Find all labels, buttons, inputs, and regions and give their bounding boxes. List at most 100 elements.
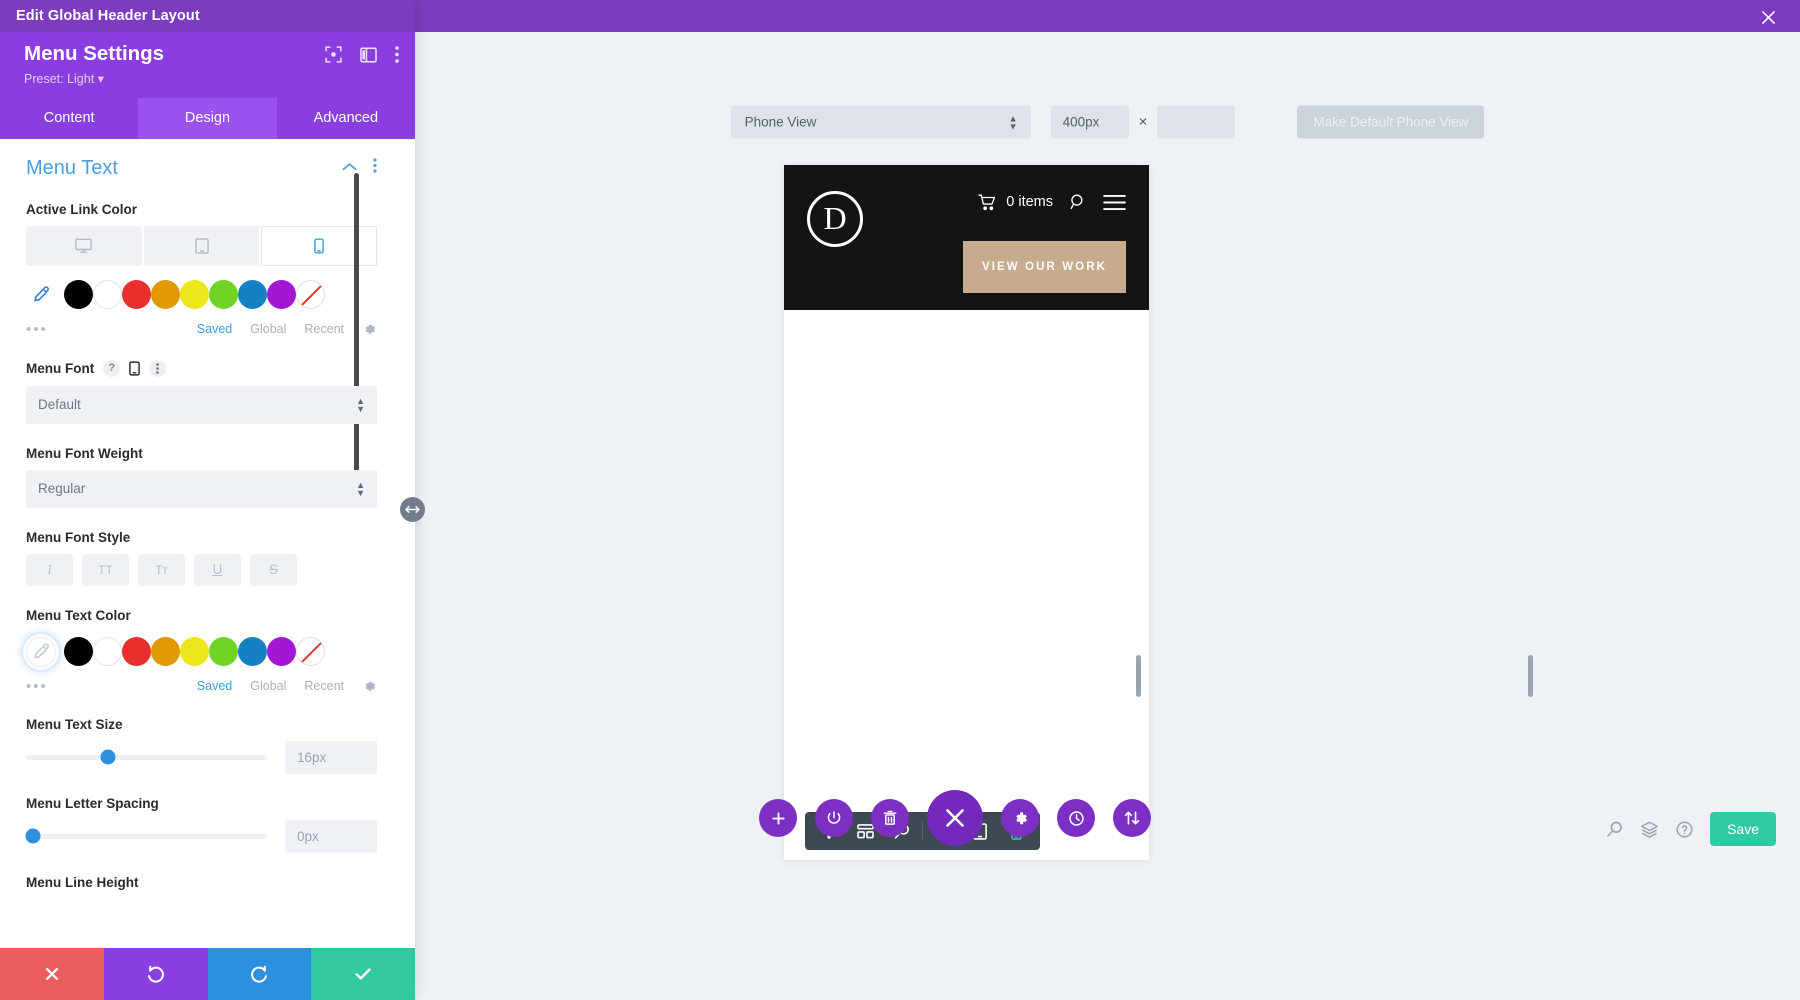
source-saved[interactable]: Saved [197,322,232,336]
ellipsis-icon[interactable]: ••• [26,678,48,695]
tab-content[interactable]: Content [0,97,139,139]
target-icon[interactable] [325,46,342,63]
view-our-work-button[interactable]: VIEW OUR WORK [963,241,1126,293]
question-icon[interactable]: ? [103,359,121,377]
strikethrough-icon: S [268,562,278,578]
swatch-transparent[interactable] [296,637,325,667]
save-button[interactable]: Save [1710,812,1776,846]
menu-font-weight-select[interactable]: Regular ▲ ▼ [26,469,377,508]
panel-cancel-button[interactable] [0,948,104,1000]
swatch-purple[interactable] [267,280,296,310]
ellipsis-icon[interactable]: ••• [26,321,48,338]
swatch-orange[interactable] [151,637,180,667]
menu-font-select[interactable]: Default ▲ ▼ [26,385,377,424]
viewport-height-input[interactable] [1157,105,1236,139]
source-global[interactable]: Global [250,679,286,693]
phone-icon[interactable] [129,360,141,376]
swatch-red[interactable] [122,280,151,310]
swatch-green[interactable] [209,637,238,667]
swatch-black[interactable] [64,280,93,310]
field-menu-font: Menu Font ? Default ▲ ▼ [26,359,377,424]
swatch-orange[interactable] [151,280,180,310]
panel-redo-button[interactable] [207,948,312,1000]
swatch-blue[interactable] [238,637,267,667]
field-menu-text-size: Menu Text Size 16px [26,717,377,774]
resize-handle-left[interactable] [1136,655,1141,697]
kebab-menu-icon[interactable] [149,359,167,377]
viewport-view-select[interactable]: Phone View ▲ ▼ [730,105,1031,139]
trash-button[interactable] [871,799,909,837]
swatch-yellow[interactable] [180,637,209,667]
style-button-strikethrough[interactable]: S [250,553,297,586]
source-saved[interactable]: Saved [197,679,232,693]
settings-button[interactable] [1001,799,1039,837]
menu-text-size-slider[interactable] [26,749,267,765]
source-global[interactable]: Global [250,322,286,336]
history-button[interactable] [1057,799,1095,837]
kebab-menu-icon[interactable] [395,46,399,63]
swatch-green[interactable] [209,280,238,310]
toggle-builder-button[interactable] [815,799,853,837]
panel-tabs: Content Design Advanced [0,97,415,139]
style-button-underline[interactable]: U [194,553,241,586]
swatch-red[interactable] [122,637,151,667]
slider-knob[interactable] [25,828,41,844]
gear-icon[interactable] [362,679,377,694]
swatch-black[interactable] [64,637,93,667]
label-text: Active Link Color [26,201,138,217]
tablet-icon [194,237,209,254]
panel-resize-handle[interactable] [400,497,425,522]
menu-letter-spacing-input[interactable]: 0px [285,819,377,853]
tab-design[interactable]: Design [138,97,277,139]
kebab-menu-icon[interactable] [373,158,377,178]
style-button-smallcaps[interactable]: Tᴛ [138,553,185,586]
hamburger-menu-icon[interactable] [1103,194,1126,211]
field-menu-letter-spacing: Menu Letter Spacing 0px [25,796,377,853]
panel-save-button[interactable] [311,948,415,1000]
search-icon[interactable] [1069,193,1087,211]
panel-scrollbar[interactable] [354,172,359,473]
add-section-button[interactable] [759,799,797,837]
preset-selector[interactable]: Preset: Light ▾ [24,71,399,86]
device-tab-tablet[interactable] [143,225,260,266]
cart-group[interactable]: 0 items [978,194,1053,211]
resize-handle-right[interactable] [1528,655,1533,697]
eyedropper-icon[interactable] [26,280,56,310]
layers-icon[interactable] [1640,820,1659,839]
source-recent[interactable]: Recent [304,679,344,693]
style-button-italic[interactable]: I [26,553,73,586]
menu-font-style-buttons: I TT Tᴛ U S [26,553,377,586]
close-window-button[interactable] [1759,8,1778,27]
menu-text-size-input[interactable]: 16px [285,740,377,774]
eyedropper-icon[interactable] [26,636,56,667]
tab-advanced[interactable]: Advanced [276,97,415,139]
search-icon[interactable] [1605,820,1624,839]
question-icon[interactable] [1675,820,1694,839]
swatch-transparent[interactable] [296,280,325,310]
chevron-updown-icon: ▲ ▼ [356,479,365,498]
tab-advanced-label: Advanced [313,109,379,126]
device-tab-phone[interactable] [261,225,378,266]
device-tab-desktop[interactable] [26,225,142,266]
viewport-width-input[interactable]: 400px [1050,105,1129,139]
swatch-white[interactable] [93,637,122,667]
swatch-white[interactable] [93,280,122,310]
panel-undo-button[interactable] [103,948,208,1000]
style-button-uppercase[interactable]: TT [82,553,129,586]
underline-icon: U [212,562,223,578]
uppercase-icon: TT [98,562,113,577]
swatch-yellow[interactable] [180,280,209,310]
label-text: Menu Font [26,360,95,376]
menu-letter-spacing-slider[interactable] [25,828,267,844]
portability-button[interactable] [1113,799,1151,837]
swatch-purple[interactable] [267,637,296,667]
source-recent[interactable]: Recent [304,322,344,336]
swatch-blue[interactable] [238,280,267,310]
gear-icon[interactable] [362,322,377,337]
make-default-phone-view-button[interactable]: Make Default Phone View [1297,105,1485,139]
layout-panel-icon[interactable] [360,46,377,63]
make-default-label: Make Default Phone View [1313,114,1469,130]
slider-knob[interactable] [100,749,116,765]
close-menu-button[interactable] [927,790,983,846]
module-settings-panel: Edit Global Header Layout Menu Settings … [0,0,415,1000]
